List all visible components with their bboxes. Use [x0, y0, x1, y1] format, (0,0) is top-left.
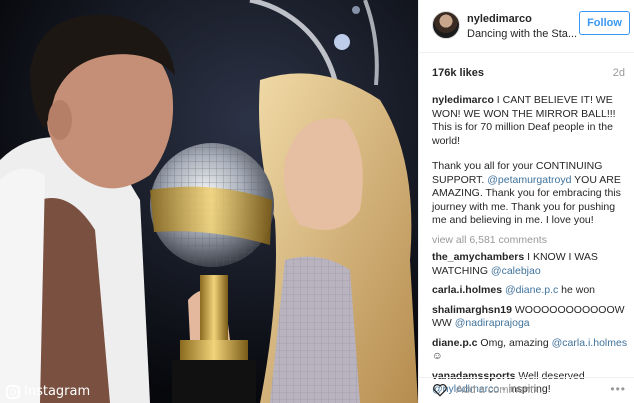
caption-mention[interactable]: @petamurgatroyd: [487, 174, 571, 186]
comment-tail: ☺: [432, 350, 443, 362]
avatar[interactable]: [432, 11, 460, 39]
comment-item: carla.i.holmes @diane.p.c he won: [432, 284, 628, 298]
comment-username[interactable]: carla.i.holmes: [432, 284, 502, 296]
comment-mention[interactable]: @nadiraprajoga: [455, 317, 530, 329]
comment-bar: Add a comment... •••: [419, 377, 634, 403]
comment-item: shalimarghsn19 WOOOOOOOOOOOW WW @nadirap…: [432, 304, 628, 331]
instagram-watermark: Instagram: [6, 384, 90, 399]
post-username[interactable]: nyledimarco: [467, 13, 532, 25]
comment-item: diane.p.c Omg, amazing @carla.i.holmes ☺: [432, 337, 628, 364]
instagram-logo-icon: [6, 384, 20, 399]
caption: nyledimarco I CANT BELIEVE IT! WE WON! W…: [432, 94, 628, 148]
photo-illustration: [0, 0, 418, 403]
view-all-comments-link[interactable]: view all 6,581 comments: [432, 234, 628, 248]
comment-username[interactable]: diane.p.c: [432, 337, 478, 349]
likes-count[interactable]: 176k likes: [432, 67, 484, 79]
post-photo[interactable]: Instagram: [0, 0, 418, 403]
post-age[interactable]: 2d: [613, 67, 625, 79]
follow-button[interactable]: Follow: [579, 11, 630, 35]
add-comment-input[interactable]: Add a comment...: [456, 384, 542, 396]
comment-item: the_amychambers I KNOW I WAS WATCHING @c…: [432, 251, 628, 278]
watermark-text: Instagram: [24, 384, 91, 399]
comment-username[interactable]: the_amychambers: [432, 251, 524, 263]
caption-paragraph-2: Thank you all for your CONTINUING SUPPOR…: [432, 160, 628, 228]
comment-mention[interactable]: @carla.i.holmes: [552, 337, 627, 349]
caption-username[interactable]: nyledimarco: [432, 94, 494, 106]
post-header: nyledimarco Dancing with the Sta... Foll…: [419, 0, 634, 53]
comment-text: Omg, amazing: [477, 336, 552, 349]
comment-tail: he won: [558, 284, 596, 296]
more-options-button[interactable]: •••: [610, 382, 626, 396]
comment-mention[interactable]: @diane.p.c: [505, 284, 558, 296]
comments-list: nyledimarco I CANT BELIEVE IT! WE WON! W…: [432, 94, 628, 403]
heart-outline-icon[interactable]: [432, 383, 448, 397]
comment-username[interactable]: shalimarghsn19: [432, 304, 512, 316]
post-side-panel: nyledimarco Dancing with the Sta... Foll…: [418, 0, 634, 403]
post-location[interactable]: Dancing with the Sta...: [467, 28, 577, 40]
comment-mention[interactable]: @calebjao: [491, 265, 541, 277]
